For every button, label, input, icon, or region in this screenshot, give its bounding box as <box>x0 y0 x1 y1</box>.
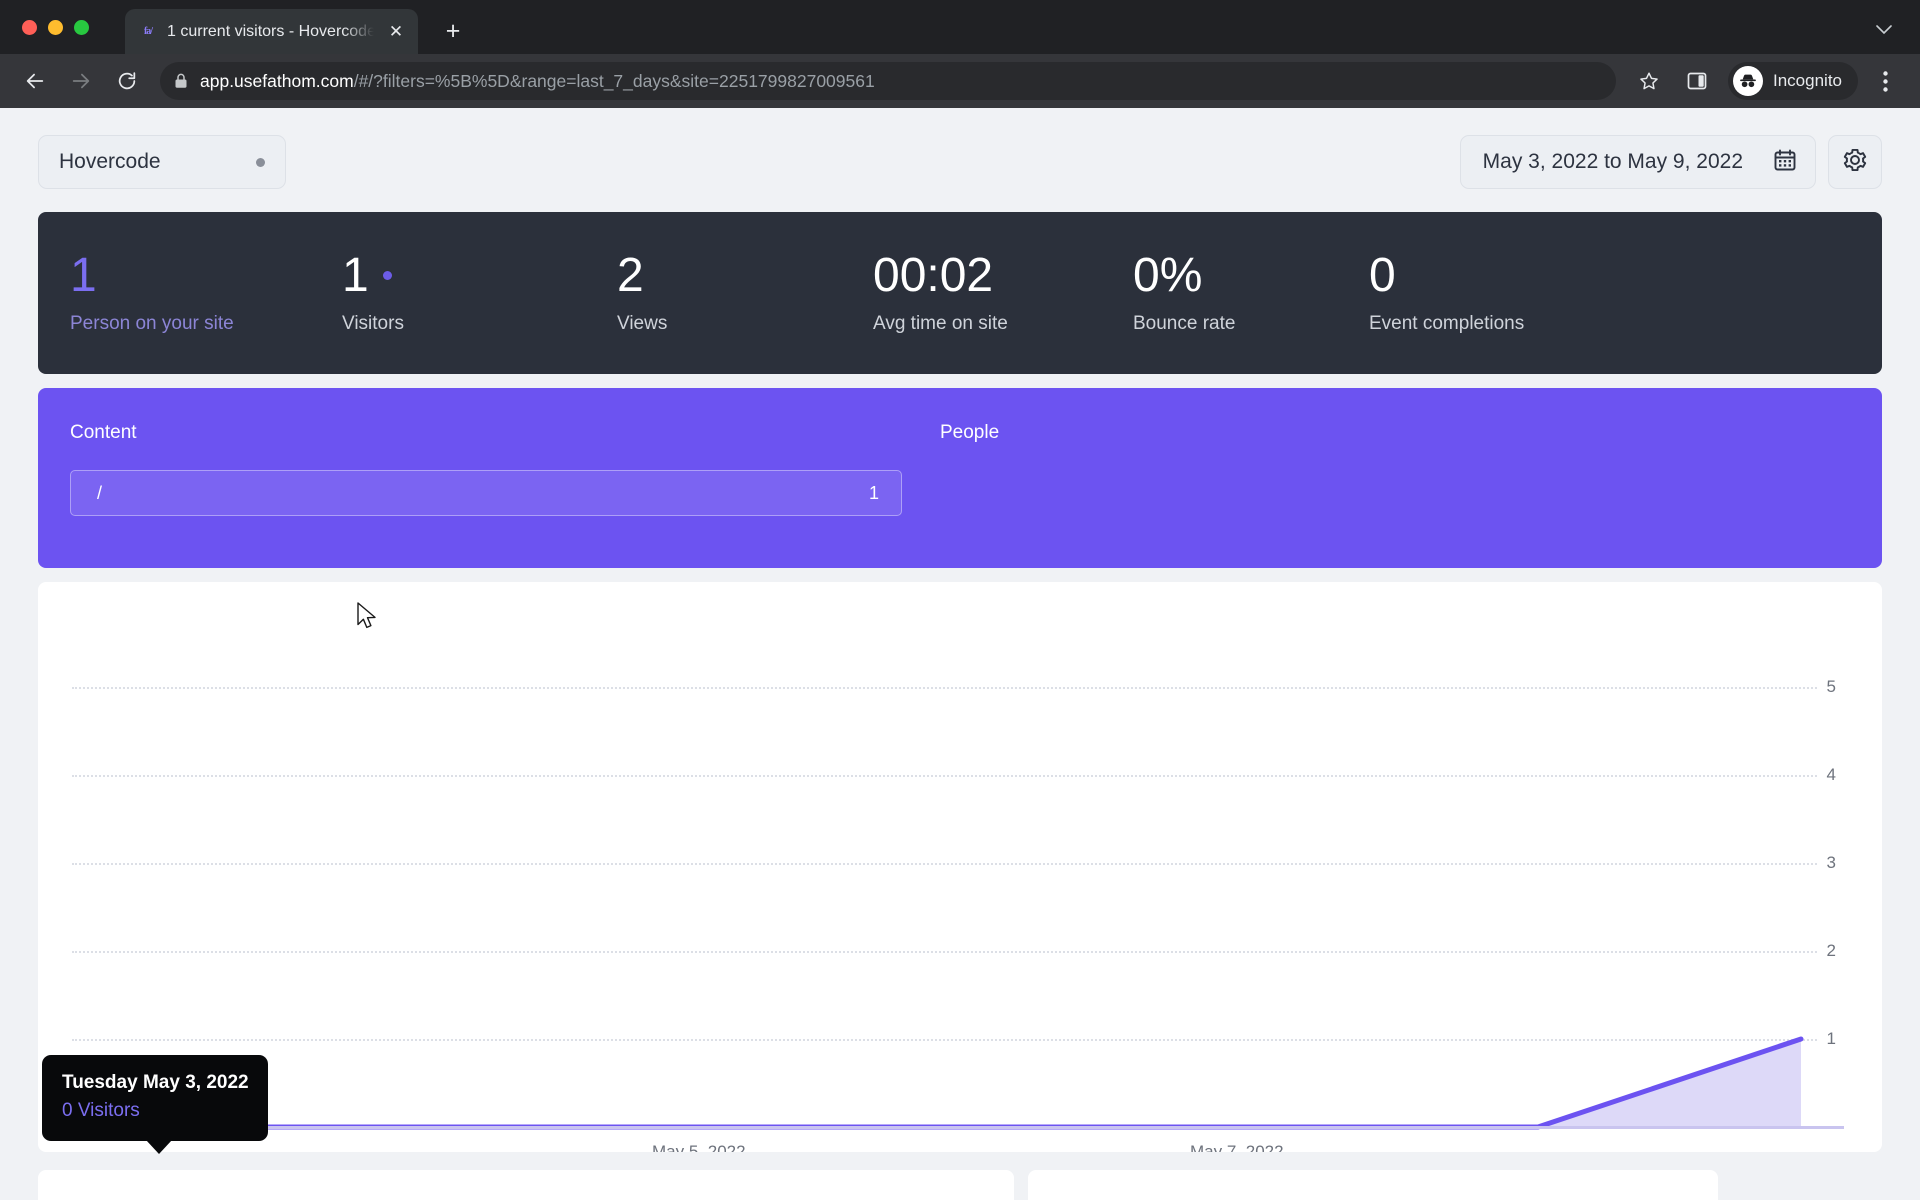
stat-value-wrap: 1 <box>342 248 607 302</box>
profile-label: Incognito <box>1773 71 1842 90</box>
date-range-text: May 3, 2022 to May 9, 2022 <box>1482 150 1743 173</box>
content-breakdown-card[interactable]: Content Entries Visitors Views <box>38 1170 1014 1200</box>
stat-value: 00:02 <box>873 248 994 302</box>
calendar-icon <box>1773 148 1797 177</box>
dashboard-header: Hovercode May 3, 2022 to May 9, 2022 <box>38 134 1882 190</box>
browser-toolbar: app.usefathom.com/#/?filters=%5B%5D&rang… <box>0 54 1920 108</box>
stat-label: Event completions <box>1369 313 1525 335</box>
stat-value: 1 <box>342 248 369 302</box>
url-host: app.usefathom.com <box>200 70 354 91</box>
content-column-header: Content <box>70 422 137 443</box>
content-row[interactable]: / 1 <box>70 470 902 516</box>
stat-value: 2 <box>617 248 644 302</box>
stat-current-visitors[interactable]: 1 Person on your site <box>70 248 342 335</box>
visitors-chart-card[interactable]: 5 4 3 2 1 May 5, 2022 May 7, 2022 <box>38 582 1882 1152</box>
side-panel-icon[interactable] <box>1676 60 1718 102</box>
back-button[interactable] <box>14 60 56 102</box>
page-viewport: Hovercode May 3, 2022 to May 9, 2022 1 P… <box>0 108 1920 1200</box>
site-selector[interactable]: Hovercode <box>38 135 286 189</box>
content-panel-header: Content People <box>70 414 1850 452</box>
content-row-path: / <box>97 482 103 503</box>
tooltip-date: Tuesday May 3, 2022 <box>62 1072 249 1093</box>
stat-value: 0% <box>1133 248 1203 302</box>
stat-label: Person on your site <box>70 313 234 335</box>
browser-tab[interactable]: fa/ 1 current visitors - Hovercode ✕ <box>125 9 418 54</box>
tab-title: 1 current visitors - Hovercode <box>167 22 374 40</box>
stat-visitors[interactable]: 1 Visitors <box>342 248 617 335</box>
chart-plot <box>69 1036 1804 1130</box>
bottom-cards-row: Content Entries Visitors Views Referrers… <box>38 1170 1882 1200</box>
close-window-button[interactable] <box>22 20 37 35</box>
tab-strip: fa/ 1 current visitors - Hovercode ✕ + <box>0 0 1920 54</box>
chart-baseline <box>72 1126 1844 1129</box>
browser-window: fa/ 1 current visitors - Hovercode ✕ + a… <box>0 0 1920 1200</box>
stat-label: Bounce rate <box>1133 313 1236 335</box>
chart-tooltip: Tuesday May 3, 2022 0 Visitors <box>42 1055 268 1154</box>
stat-avg-time-on-site[interactable]: 00:02 Avg time on site <box>873 248 1133 335</box>
lock-icon <box>174 73 188 89</box>
tooltip-visitors: 0 Visitors <box>62 1100 140 1121</box>
stat-label: Visitors <box>342 313 404 335</box>
chart-line <box>69 1036 1804 1130</box>
stat-label: Avg time on site <box>873 313 1008 335</box>
date-range-picker[interactable]: May 3, 2022 to May 9, 2022 <box>1459 135 1816 189</box>
people-column-header: People <box>940 422 1000 443</box>
toolbar-right-actions: Incognito <box>1628 60 1906 102</box>
star-icon[interactable] <box>1628 60 1670 102</box>
referrers-card[interactable]: Referrers Referrer Visitors Views <box>1028 1170 1718 1200</box>
dashboard: Hovercode May 3, 2022 to May 9, 2022 1 P… <box>0 108 1920 1200</box>
url-text: app.usefathom.com/#/?filters=%5B%5D&rang… <box>200 71 875 92</box>
mouse-cursor <box>357 602 379 637</box>
stat-views[interactable]: 2 Views <box>617 248 873 335</box>
tab-search-chevron-down-icon[interactable] <box>1864 10 1904 50</box>
three-dot-menu-icon[interactable] <box>1864 60 1906 102</box>
settings-button[interactable] <box>1828 135 1882 189</box>
maximize-window-button[interactable] <box>74 20 89 35</box>
new-tab-button[interactable]: + <box>436 14 470 48</box>
chart-xtick: May 5, 2022 <box>652 1142 746 1152</box>
stat-value: 0 <box>1369 248 1396 302</box>
minimize-window-button[interactable] <box>48 20 63 35</box>
address-bar[interactable]: app.usefathom.com/#/?filters=%5B%5D&rang… <box>160 62 1616 100</box>
chart-xtick: May 7, 2022 <box>1190 1142 1284 1152</box>
stats-bar: 1 Person on your site 1 Visitors 2 Views… <box>38 212 1882 374</box>
stat-bounce-rate[interactable]: 0% Bounce rate <box>1133 248 1369 335</box>
reload-button[interactable] <box>106 60 148 102</box>
live-indicator-dot-icon <box>382 271 392 281</box>
chart-area-fill <box>72 1039 1801 1127</box>
forward-button[interactable] <box>60 60 102 102</box>
close-tab-button[interactable]: ✕ <box>384 20 408 44</box>
stat-label: Views <box>617 313 668 335</box>
gear-icon <box>1842 147 1868 178</box>
site-status-dot-icon <box>255 157 265 167</box>
content-row-people: 1 <box>868 482 879 503</box>
window-controls[interactable] <box>22 20 89 35</box>
fathom-favicon-icon: fa/ <box>143 26 153 37</box>
site-name: Hovercode <box>59 150 161 173</box>
stat-value: 1 <box>70 248 97 302</box>
url-path: /#/?filters=%5B%5D&range=last_7_days&sit… <box>353 70 875 91</box>
stat-event-completions[interactable]: 0 Event completions <box>1369 248 1534 335</box>
content-panel: Content People / 1 <box>38 388 1882 568</box>
profile-incognito-button[interactable]: Incognito <box>1728 62 1858 100</box>
incognito-icon <box>1733 66 1763 96</box>
